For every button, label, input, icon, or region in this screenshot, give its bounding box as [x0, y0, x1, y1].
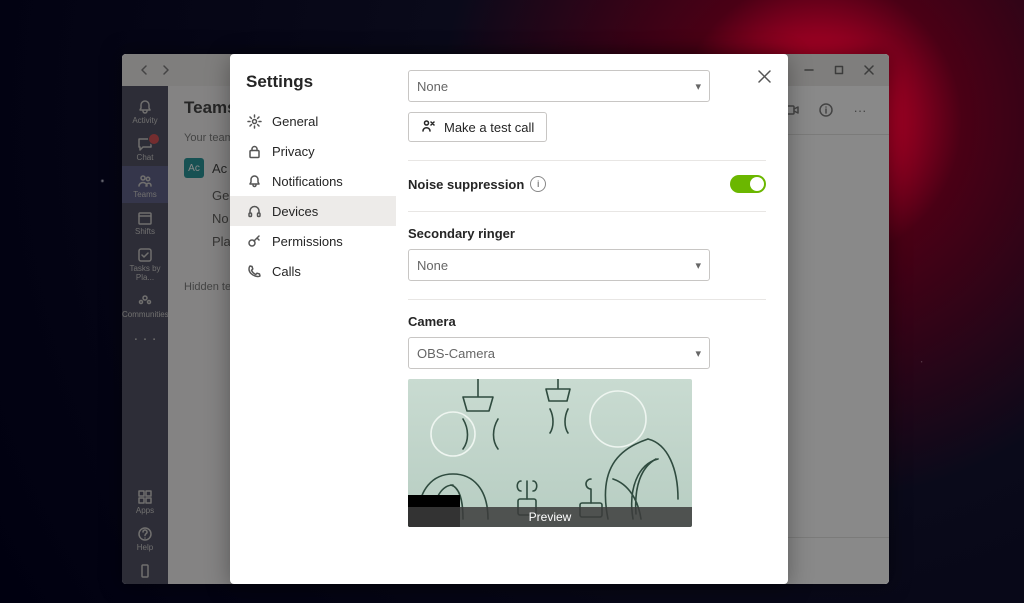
secondary-ringer-label: Secondary ringer [408, 226, 766, 241]
settings-modal: Settings General Privacy Notifications D… [230, 54, 788, 584]
camera-label: Camera [408, 314, 766, 329]
desktop-wallpaper: Activity Chat Teams Shifts Tasks [0, 0, 1024, 603]
menu-label: Devices [272, 204, 318, 219]
camera-dropdown[interactable]: OBS-Camera ▾ [408, 337, 710, 369]
dropdown-value: OBS-Camera [417, 346, 495, 361]
make-test-call-button[interactable]: Make a test call [408, 112, 547, 142]
settings-title: Settings [246, 72, 380, 92]
close-icon [758, 70, 771, 83]
settings-menu-permissions[interactable]: Permissions [230, 226, 396, 256]
settings-content: None ▾ Make a test call Noise suppressio… [396, 54, 788, 584]
preview-caption: Preview [408, 507, 692, 527]
bell-icon [246, 173, 262, 189]
settings-menu-privacy[interactable]: Privacy [230, 136, 396, 166]
dropdown-value: None [417, 79, 448, 94]
secondary-ringer-dropdown[interactable]: None ▾ [408, 249, 710, 281]
settings-menu-notifications[interactable]: Notifications [230, 166, 396, 196]
key-icon [246, 233, 262, 249]
settings-menu-devices[interactable]: Devices [230, 196, 396, 226]
settings-close-button[interactable] [752, 64, 776, 88]
person-call-icon [421, 118, 436, 136]
phone-icon [246, 263, 262, 279]
menu-label: Notifications [272, 174, 343, 189]
chevron-down-icon: ▾ [695, 259, 701, 272]
settings-menu-calls[interactable]: Calls [230, 256, 396, 286]
dropdown-value: None [417, 258, 448, 273]
button-label: Make a test call [444, 120, 534, 135]
camera-preview: Preview [408, 379, 692, 527]
chevron-down-icon: ▾ [695, 347, 701, 360]
chevron-down-icon: ▾ [695, 80, 701, 93]
noise-suppression-label: Noise suppression [408, 177, 524, 192]
headset-icon [246, 203, 262, 219]
gear-icon [246, 113, 262, 129]
noise-suppression-toggle[interactable] [730, 175, 766, 193]
settings-sidebar: Settings General Privacy Notifications D… [230, 54, 396, 584]
menu-label: Calls [272, 264, 301, 279]
lock-icon [246, 143, 262, 159]
info-icon[interactable]: i [530, 176, 546, 192]
settings-menu-general[interactable]: General [230, 106, 396, 136]
menu-label: Privacy [272, 144, 315, 159]
speaker-dropdown[interactable]: None ▾ [408, 70, 710, 102]
menu-label: Permissions [272, 234, 343, 249]
menu-label: General [272, 114, 318, 129]
